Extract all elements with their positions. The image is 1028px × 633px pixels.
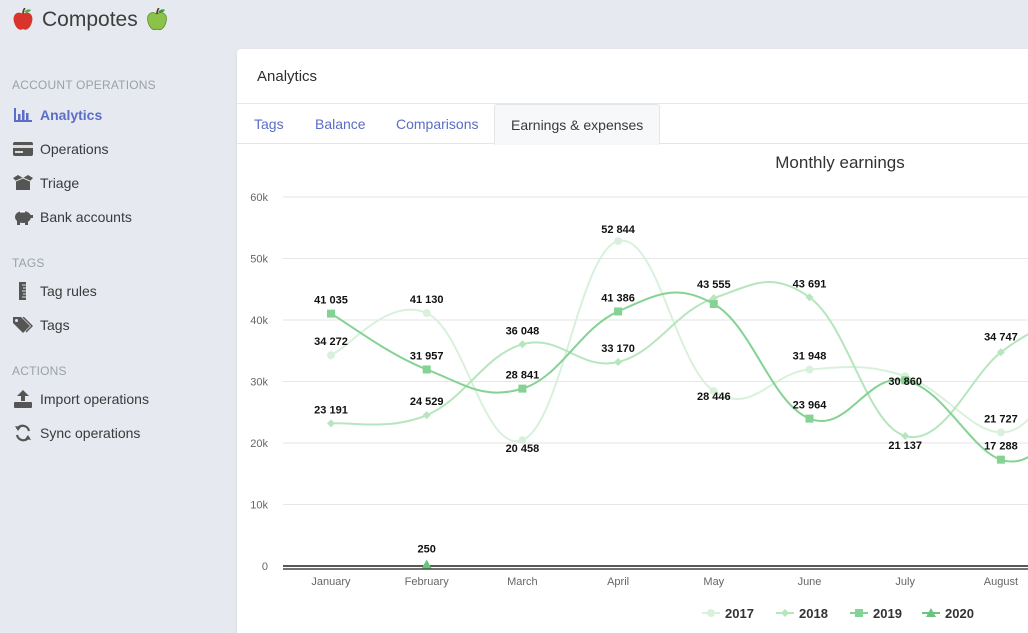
panel-title: Analytics [237,49,1028,104]
sidebar-item-label: Analytics [40,107,103,123]
section-title: ACTIONS [12,364,67,378]
sidebar-item-label: Tags [40,317,70,333]
tags-icon [12,316,34,334]
red-apple-icon [12,7,34,32]
sidebar-item-label: Bank accounts [40,209,132,225]
sidebar-section-account-operations: ACCOUNT OPERATIONS Analytics Operations … [0,70,236,234]
sidebar-item-sync-operations[interactable]: Sync operations [0,416,236,450]
tab-comparisons[interactable]: Comparisons [396,104,478,144]
sidebar-item-tag-rules[interactable]: Tag rules [0,274,236,308]
green-apple-icon [146,7,168,32]
sidebar-item-tags[interactable]: Tags [0,308,236,342]
tab-bar: Tags Balance Comparisons Earnings & expe… [237,104,1028,145]
tab-earnings-expenses[interactable]: Earnings & expenses [494,104,661,145]
tab-tags[interactable]: Tags [254,104,284,144]
sidebar-item-label: Tag rules [40,283,97,299]
piggy-bank-icon [12,208,34,226]
app-name: Compotes [42,8,138,31]
sidebar-item-label: Import operations [40,391,149,407]
section-title: ACCOUNT OPERATIONS [12,78,156,92]
upload-icon [12,390,34,408]
sidebar: ACCOUNT OPERATIONS Analytics Operations … [0,70,236,450]
sidebar-item-label: Operations [40,141,109,157]
section-title: TAGS [12,256,45,270]
box-icon [12,174,34,192]
sidebar-item-label: Sync operations [40,425,141,441]
sync-icon [12,424,34,442]
ruler-icon [12,282,34,300]
app-title: Compotes [12,6,168,34]
sidebar-item-triage[interactable]: Triage [0,166,236,200]
sidebar-item-label: Triage [40,175,80,191]
sidebar-section-tags: TAGS Tag rules Tags [0,246,236,342]
sidebar-item-bank-accounts[interactable]: Bank accounts [0,200,236,234]
sidebar-item-operations[interactable]: Operations [0,132,236,166]
credit-card-icon [12,140,34,158]
sidebar-item-analytics[interactable]: Analytics [0,98,236,132]
tab-balance[interactable]: Balance [315,104,366,144]
bar-chart-icon [12,106,34,124]
sidebar-section-actions: ACTIONS Import operations Sync operation… [0,354,236,450]
analytics-panel: Analytics Tags Balance Comparisons Earni… [237,49,1028,633]
sidebar-item-import-operations[interactable]: Import operations [0,382,236,416]
